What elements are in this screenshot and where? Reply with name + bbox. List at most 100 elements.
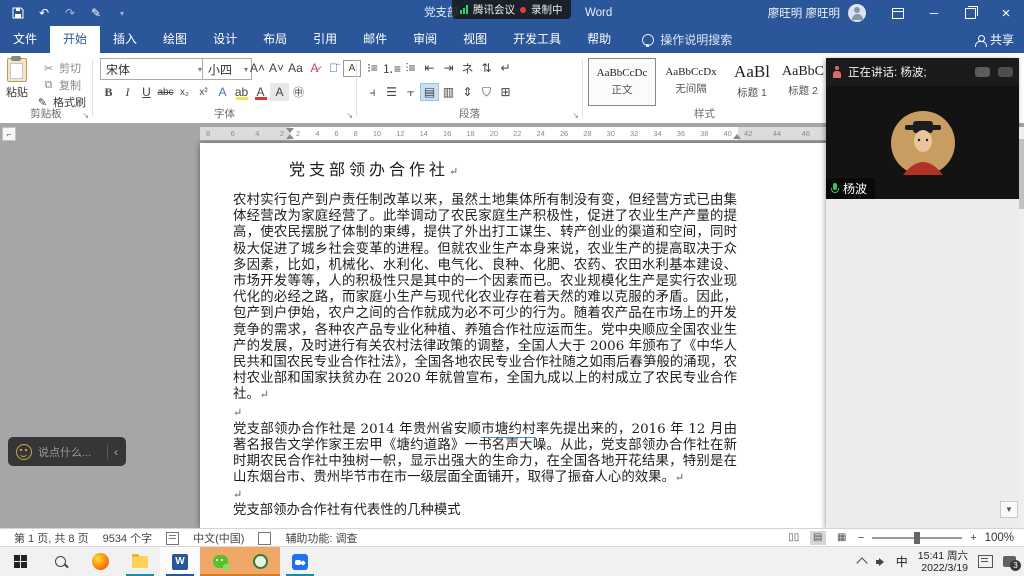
strikethrough-button[interactable]: abc xyxy=(156,83,175,101)
tab-review[interactable]: 审阅 xyxy=(400,26,450,53)
justify-icon[interactable]: ▤ xyxy=(420,83,439,101)
scrollbar-thumb[interactable] xyxy=(1019,139,1024,209)
meeting-header-icon[interactable] xyxy=(998,67,1013,77)
account-name[interactable]: 廖旺明 廖旺明 xyxy=(768,5,840,21)
language-indicator[interactable]: 中文(中国) xyxy=(193,530,244,546)
style-heading1[interactable]: AaBl 标题 1 xyxy=(728,58,776,104)
show-marks-icon[interactable]: ↵ xyxy=(496,59,515,77)
superscript-button[interactable]: x² xyxy=(194,83,213,101)
page-indicator[interactable]: 第 1 页, 共 8 页 xyxy=(14,530,89,546)
tab-stop-selector[interactable]: ⌐ xyxy=(2,127,16,141)
paragraph-dialog-launcher[interactable]: ↘ xyxy=(572,111,579,120)
hanging-indent-marker[interactable] xyxy=(286,134,294,139)
tab-design[interactable]: 设计 xyxy=(200,26,250,53)
accessibility-status[interactable]: 辅助功能: 调查 xyxy=(285,530,357,546)
style-heading2[interactable]: AaBbC 标题 2 xyxy=(780,58,826,104)
taskbar-word[interactable]: W xyxy=(160,547,200,576)
zoom-slider[interactable] xyxy=(872,537,962,539)
restore-button[interactable] xyxy=(952,0,988,26)
zoom-percentage[interactable]: 100% xyxy=(985,532,1014,544)
taskbar-wechat[interactable] xyxy=(200,547,240,576)
line-spacing-icon[interactable]: ⇕ xyxy=(458,83,477,101)
vertical-scrollbar[interactable] xyxy=(1019,127,1024,528)
font-name-combo[interactable]: 宋体▾ xyxy=(100,58,206,80)
increase-indent-icon[interactable]: ⇥ xyxy=(439,59,458,77)
ribbon-display-options-button[interactable] xyxy=(880,0,916,26)
style-normal[interactable]: AaBbCcDc 正文 xyxy=(588,58,656,106)
align-left-icon[interactable]: ⫞ xyxy=(363,83,382,101)
taskbar-tencent-meeting[interactable] xyxy=(280,547,320,576)
read-mode-icon[interactable]: ▯▯ xyxy=(786,531,802,545)
customize-qat-icon[interactable]: ▾ xyxy=(114,5,130,21)
tab-view[interactable]: 视图 xyxy=(450,26,500,53)
horizontal-ruler[interactable]: 8642 24681012141618202224262830323436384… xyxy=(200,127,832,140)
tab-draw[interactable]: 绘图 xyxy=(150,26,200,53)
start-button[interactable] xyxy=(0,547,40,576)
meeting-scroll-down-button[interactable]: ▼ xyxy=(1000,501,1018,518)
tray-clock[interactable]: 15:41 周六 2022/3/19 xyxy=(918,550,968,574)
clipboard-dialog-launcher[interactable]: ↘ xyxy=(82,111,89,120)
chat-collapse-icon[interactable]: ‹ xyxy=(114,445,118,459)
number-list-icon[interactable]: ⒈≡ xyxy=(382,59,401,77)
tab-layout[interactable]: 布局 xyxy=(250,26,300,53)
enclose-char-icon[interactable]: ㊥ xyxy=(289,83,308,101)
macro-record-icon[interactable] xyxy=(258,532,271,545)
underline-button[interactable]: U xyxy=(137,83,156,101)
action-center-icon[interactable] xyxy=(978,555,993,568)
clear-format-icon[interactable]: A̷ xyxy=(305,59,324,77)
tab-developer[interactable]: 开发工具 xyxy=(500,26,574,53)
chat-input-placeholder[interactable]: 说点什么... xyxy=(38,444,101,460)
tell-me-search[interactable]: 操作说明搜索 xyxy=(642,26,732,53)
tab-insert[interactable]: 插入 xyxy=(100,26,150,53)
tencent-meeting-window[interactable]: 正在讲话: 杨波; 杨波 ▼ xyxy=(826,58,1019,528)
ime-indicator[interactable]: 中 xyxy=(896,553,908,570)
first-line-indent-marker[interactable] xyxy=(286,128,294,133)
meeting-chat-bubble[interactable]: 说点什么... ‹ xyxy=(8,437,126,466)
grow-font-icon[interactable]: A˄ xyxy=(248,59,267,77)
font-size-combo[interactable]: 小四▾ xyxy=(202,58,252,80)
emoji-icon[interactable] xyxy=(16,444,32,460)
right-indent-marker[interactable] xyxy=(733,134,741,139)
tab-home[interactable]: 开始 xyxy=(50,26,100,53)
zoom-slider-thumb[interactable] xyxy=(914,532,920,544)
proofing-icon[interactable] xyxy=(166,532,179,545)
notifications-icon[interactable]: 3 xyxy=(1003,556,1016,567)
minimize-button[interactable]: ─ xyxy=(916,0,952,26)
zoom-in-button[interactable]: + xyxy=(970,532,976,544)
font-color-icon[interactable]: A xyxy=(251,83,270,101)
phonetic-guide-icon[interactable]: 文̈ xyxy=(324,59,343,77)
volume-icon[interactable] xyxy=(876,557,886,567)
sort-icon[interactable]: ⇅ xyxy=(477,59,496,77)
web-layout-icon[interactable]: ▦ xyxy=(834,531,850,545)
multilevel-list-icon[interactable]: ⫶≡ xyxy=(401,59,420,77)
format-brush-icon[interactable]: ✎ xyxy=(88,5,104,21)
copy-button[interactable]: ⧉复制 xyxy=(42,77,81,93)
char-shading-icon[interactable]: A xyxy=(270,83,289,101)
tab-mailings[interactable]: 邮件 xyxy=(350,26,400,53)
bullet-list-icon[interactable]: ⁝≡ xyxy=(363,59,382,77)
borders-icon[interactable]: ⊞ xyxy=(496,83,515,101)
tab-references[interactable]: 引用 xyxy=(300,26,350,53)
taskbar-green-app[interactable] xyxy=(240,547,280,576)
italic-button[interactable]: I xyxy=(118,83,137,101)
tray-expand-chevron-icon[interactable] xyxy=(856,557,867,568)
align-right-icon[interactable]: ⫟ xyxy=(401,83,420,101)
subscript-button[interactable]: x₂ xyxy=(175,83,194,101)
zoom-out-button[interactable]: − xyxy=(858,532,864,544)
decrease-indent-icon[interactable]: ⇤ xyxy=(420,59,439,77)
asian-layout-icon[interactable]: ネ xyxy=(458,59,477,77)
tab-help[interactable]: 帮助 xyxy=(574,26,624,53)
taskbar-search-button[interactable] xyxy=(40,547,80,576)
document-page[interactable]: 党支部领办合作社↵ 农村实行包产到户责任制改革以来，虽然土地集体所有制没有变，但… xyxy=(200,143,832,528)
align-center-icon[interactable]: ☰ xyxy=(382,83,401,101)
taskbar-firefox[interactable] xyxy=(80,547,120,576)
meeting-header-icon[interactable] xyxy=(975,67,990,77)
highlight-icon[interactable]: ab xyxy=(232,83,251,101)
print-layout-icon[interactable]: ▤ xyxy=(810,531,826,545)
word-count[interactable]: 9534 个字 xyxy=(103,530,153,546)
meeting-status-pill[interactable]: 腾讯会议 录制中 xyxy=(452,0,571,19)
text-effects-icon[interactable]: A xyxy=(213,83,232,101)
paste-button[interactable]: 粘贴 xyxy=(6,58,28,100)
change-case-icon[interactable]: Aa xyxy=(286,59,305,77)
cut-button[interactable]: ✂剪切 xyxy=(42,60,81,76)
